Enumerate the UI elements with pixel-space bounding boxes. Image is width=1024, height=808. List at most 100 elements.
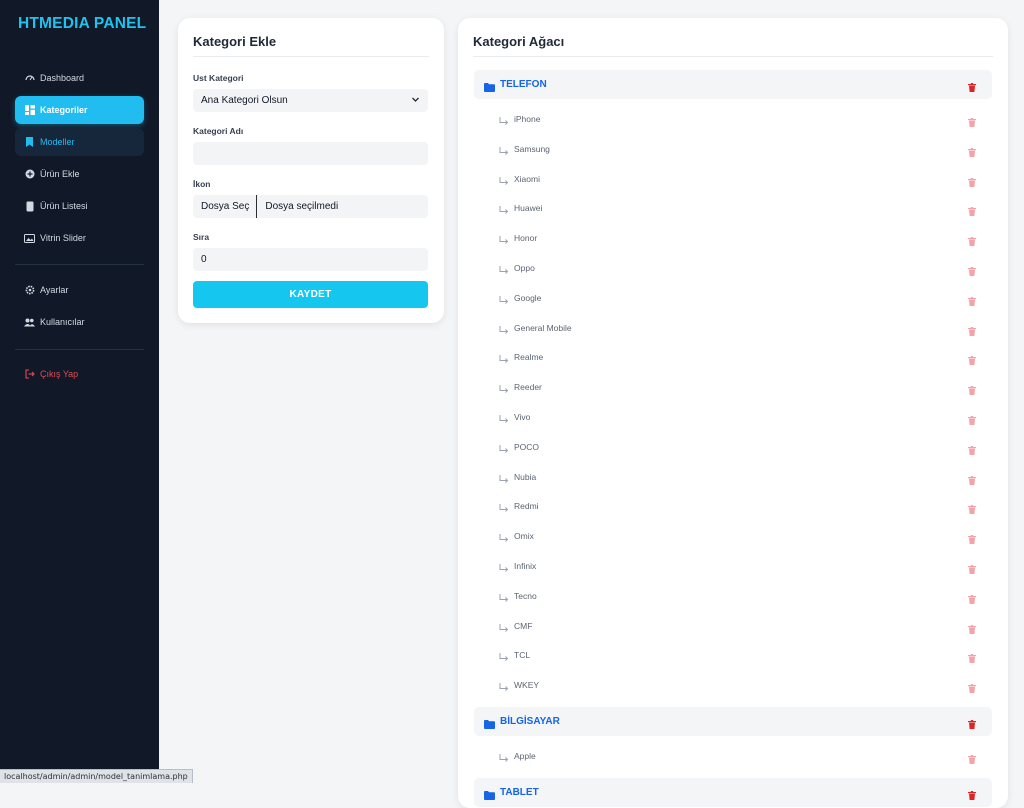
sidebar-item-label: Çıkış Yap — [40, 369, 79, 379]
tree-parent-row[interactable]: TELEFON — [474, 70, 992, 99]
delete-icon[interactable] — [968, 442, 976, 460]
sidebar-item-vitrin-slider[interactable]: Vitrin Slider — [15, 224, 144, 252]
tree-child-row: Redmi — [474, 492, 992, 521]
tree-child-label: Reeder — [514, 382, 542, 393]
sidebar-divider — [15, 349, 144, 350]
sidebar-item-modeller[interactable]: Modeller — [15, 128, 144, 156]
bookmark-icon — [24, 137, 35, 148]
choose-file-button[interactable]: Dosya Seç — [201, 195, 258, 218]
tree-child-row: Xiaomi — [474, 165, 992, 194]
sidebar-item-label: Dashboard — [40, 73, 85, 83]
tree-parent-row[interactable]: TABLET — [474, 777, 992, 807]
tree-child-label: Apple — [514, 751, 536, 761]
tree-child-row: General Mobile — [474, 314, 992, 343]
sidebar-item-urun-listesi[interactable]: Ürün Listesi — [15, 192, 144, 220]
title-divider — [473, 56, 993, 57]
tree-parent-row[interactable]: BİLGİSAYAR — [474, 707, 992, 736]
order-input[interactable]: 0 — [193, 248, 428, 271]
delete-icon[interactable] — [968, 561, 976, 579]
sidebar-item-label: Modeller — [40, 137, 75, 147]
subdirectory-arrow-icon — [499, 143, 509, 161]
tree-child-label: General Mobile — [514, 322, 572, 333]
tree-child-label: Infinix — [514, 561, 537, 571]
delete-icon[interactable] — [968, 263, 976, 281]
users-icon — [24, 317, 35, 328]
subdirectory-arrow-icon — [499, 649, 509, 667]
delete-icon[interactable] — [968, 352, 976, 370]
delete-icon[interactable] — [968, 531, 976, 549]
delete-icon[interactable] — [968, 591, 976, 609]
chevron-down-icon — [411, 95, 420, 107]
tree-child-label: CMF — [514, 620, 533, 631]
phone-icon — [24, 201, 35, 212]
tree-child-row: TCL — [474, 641, 992, 670]
delete-icon[interactable] — [968, 680, 976, 698]
sidebar-item-kullanicilar[interactable]: Kullanıcılar — [15, 308, 144, 336]
tree-child-label: Vivo — [514, 412, 531, 422]
delete-icon[interactable] — [968, 650, 976, 668]
subdirectory-arrow-icon — [499, 322, 509, 340]
brand-logo: HTMEDIA PANEL — [18, 15, 147, 32]
sidebar-item-ayarlar[interactable]: Ayarlar — [15, 276, 144, 304]
tree-child-label: iPhone — [514, 114, 541, 124]
file-status-text: Dosya seçilmedi — [265, 201, 339, 212]
subdirectory-arrow-icon — [499, 173, 509, 191]
delete-icon[interactable] — [968, 621, 976, 639]
subdirectory-arrow-icon — [499, 750, 509, 768]
order-label: Sıra — [193, 232, 210, 242]
title-divider — [193, 56, 429, 57]
delete-icon[interactable] — [968, 382, 976, 400]
tree-parent-label: TELEFON — [500, 79, 547, 90]
parent-category-select[interactable]: Ana Kategori Olsun — [193, 89, 428, 112]
gauge-icon — [24, 73, 35, 84]
tree-child-row: Realme — [474, 343, 992, 372]
sidebar-item-kategoriler[interactable]: Kategoriler — [15, 96, 144, 124]
icon-label: İkon — [193, 179, 211, 189]
delete-icon[interactable] — [968, 203, 976, 221]
delete-icon[interactable] — [968, 174, 976, 192]
delete-icon[interactable] — [968, 323, 976, 341]
tree-child-row: Infinix — [474, 552, 992, 581]
subdirectory-arrow-icon — [499, 381, 509, 399]
gear-icon — [24, 285, 35, 296]
sidebar-item-logout[interactable]: Çıkış Yap — [15, 360, 144, 388]
delete-icon[interactable] — [968, 472, 976, 490]
category-tree-card: Kategori Ağacı TELEFON iPhone Samsung Xiaom… — [458, 18, 1008, 808]
folder-icon — [484, 716, 495, 734]
folder-icon — [484, 787, 495, 805]
folder-icon — [484, 79, 495, 97]
tree-child-row: Apple — [474, 742, 992, 771]
delete-icon[interactable] — [968, 751, 976, 769]
sidebar-item-label: Vitrin Slider — [40, 233, 86, 243]
save-button[interactable]: KAYDET — [193, 281, 428, 308]
subdirectory-arrow-icon — [499, 202, 509, 220]
icon-file-input[interactable]: Dosya Seç Dosya seçilmedi — [193, 195, 428, 218]
subdirectory-arrow-icon — [499, 292, 509, 310]
sidebar-item-dashboard[interactable]: Dashboard — [15, 64, 144, 92]
tree-child-label: Omix — [514, 531, 534, 542]
tree-child-label: Samsung — [514, 143, 550, 154]
tree-child-label: TCL — [514, 650, 531, 661]
delete-icon[interactable] — [968, 293, 976, 311]
tree-child-row: Samsung — [474, 135, 992, 164]
tree-child-row: CMF — [474, 612, 992, 641]
sidebar-item-label: Kullanıcılar — [40, 317, 85, 327]
sidebar-item-label: Ayarlar — [40, 285, 69, 295]
tree-child-row: Huawei — [474, 194, 992, 223]
delete-icon[interactable] — [968, 412, 976, 430]
delete-icon[interactable] — [968, 233, 976, 251]
status-bar-url: localhost/admin/admin/model_tanimlama.ph… — [0, 769, 193, 783]
tree-child-label: Nubia — [514, 471, 537, 482]
delete-icon[interactable] — [968, 79, 976, 97]
delete-icon[interactable] — [968, 787, 976, 805]
sidebar-item-urun-ekle[interactable]: Ürün Ekle — [15, 160, 144, 188]
category-name-input[interactable] — [193, 142, 428, 165]
grid-icon — [24, 105, 35, 116]
subdirectory-arrow-icon — [499, 560, 509, 578]
delete-icon[interactable] — [968, 716, 976, 734]
delete-icon[interactable] — [968, 501, 976, 519]
subdirectory-arrow-icon — [499, 620, 509, 638]
tree-title: Kategori Ağacı — [473, 34, 565, 49]
delete-icon[interactable] — [968, 144, 976, 162]
delete-icon[interactable] — [968, 114, 976, 132]
